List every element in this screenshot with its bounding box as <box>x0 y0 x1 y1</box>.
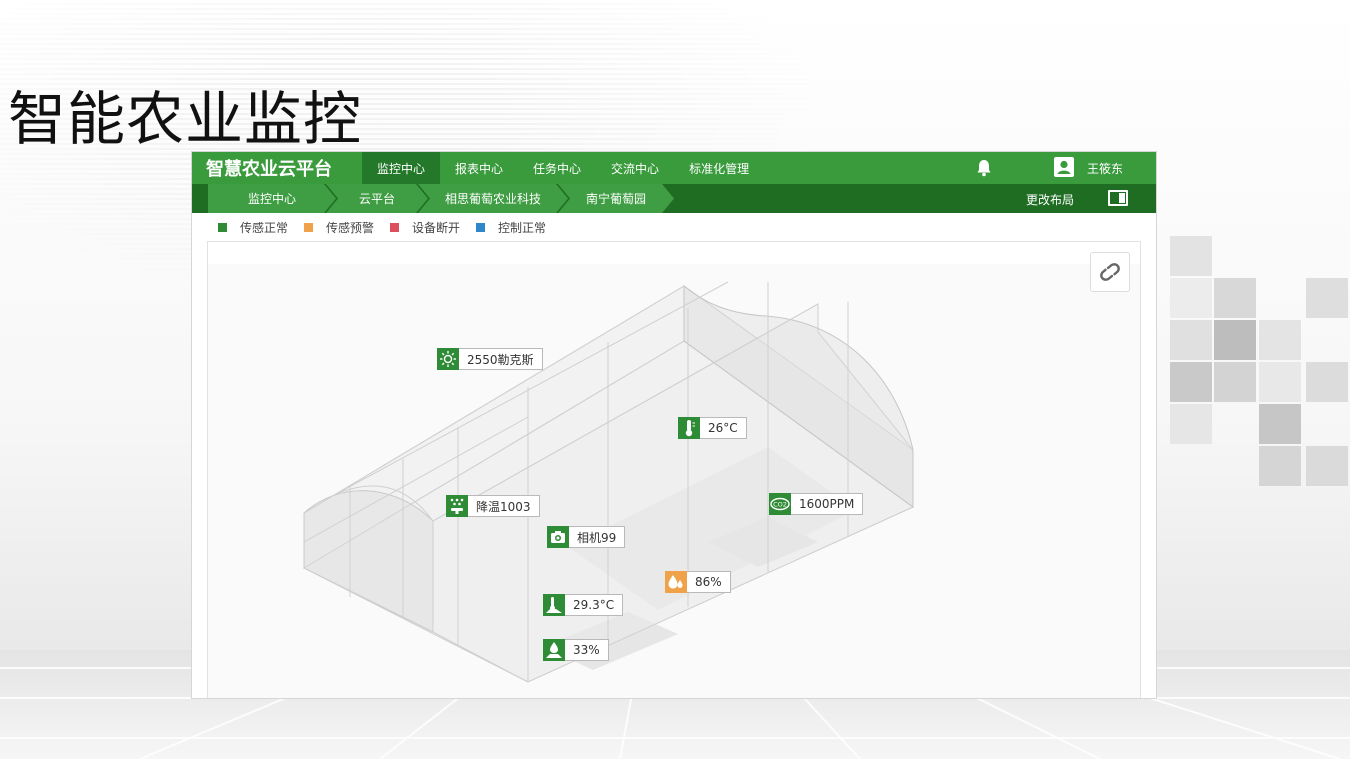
link-toggle-button[interactable] <box>1090 252 1130 292</box>
sensor-camera[interactable]: 相机99 <box>547 526 626 548</box>
legend-swatch-green <box>218 222 227 232</box>
sun-icon <box>437 348 459 370</box>
nav-monitor-center[interactable]: 监控中心 <box>362 152 441 184</box>
brand-logo: 智慧农业云平台 <box>206 159 332 180</box>
sensor-illuminance[interactable]: 2550勒克斯 <box>437 348 543 370</box>
co2-icon: CO2 <box>769 493 791 515</box>
sensor-cooling[interactable]: 降温1003 <box>446 495 540 517</box>
camera-icon <box>547 526 569 548</box>
sensor-co2[interactable]: CO2 1600PPM <box>769 493 864 515</box>
legend-device-disconnected: 设备断开 <box>390 219 460 236</box>
legend-swatch-orange <box>304 222 314 232</box>
sensor-value: 33% <box>565 639 609 661</box>
legend-swatch-blue <box>476 222 486 232</box>
link-icon <box>1100 263 1120 281</box>
greenhouse-panel: 2550勒克斯 26°C 降温1003 CO2 1600PPM 相机99 86%… <box>207 241 1141 698</box>
top-navbar: 智慧农业云平台 监控中心 报表中心 任务中心 交流中心 标准化管理 王筱东 <box>192 152 1156 184</box>
sensor-air-temperature[interactable]: 26°C <box>678 417 747 439</box>
nav-exchange-center[interactable]: 交流中心 <box>596 152 674 184</box>
nav-standardization[interactable]: 标准化管理 <box>674 152 764 184</box>
breadcrumb-cloud-platform[interactable]: 云平台 <box>326 184 428 213</box>
bell-icon[interactable] <box>976 159 992 177</box>
layout-panel-icon[interactable] <box>1108 190 1128 206</box>
sensor-value: 相机99 <box>569 526 626 548</box>
legend-control-normal: 控制正常 <box>476 219 546 236</box>
breadcrumb-company[interactable]: 相思葡萄农业科技 <box>418 184 568 213</box>
breadcrumb-monitor-center[interactable]: 监控中心 <box>208 184 336 213</box>
sensor-value: 86% <box>687 571 731 593</box>
sensor-soil-moisture[interactable]: 33% <box>543 639 609 661</box>
main-nav: 监控中心 报表中心 任务中心 交流中心 标准化管理 <box>362 152 764 184</box>
app-window: 智慧农业云平台 监控中心 报表中心 任务中心 交流中心 标准化管理 王筱东 监控… <box>191 151 1157 699</box>
breadcrumb-bar: 监控中心 云平台 相思葡萄农业科技 南宁葡萄园 更改布局 <box>192 184 1156 213</box>
sensor-soil-temperature[interactable]: 29.3°C <box>543 594 624 616</box>
sensor-value: 29.3°C <box>565 594 624 616</box>
nav-report-center[interactable]: 报表中心 <box>440 152 518 184</box>
sensor-value: 26°C <box>700 417 747 439</box>
breadcrumb-vineyard[interactable]: 南宁葡萄园 <box>558 184 674 213</box>
legend-sensor-normal: 传感正常 <box>218 219 288 236</box>
thermometer-icon <box>678 417 700 439</box>
legend-label: 设备断开 <box>412 220 461 235</box>
legend-swatch-red <box>390 222 400 232</box>
sprinkler-icon <box>446 495 468 517</box>
user-avatar-icon[interactable] <box>1054 157 1074 177</box>
status-legend: 传感正常 传感预警 设备断开 控制正常 <box>192 213 1156 241</box>
nav-task-center[interactable]: 任务中心 <box>518 152 596 184</box>
sensor-air-humidity[interactable]: 86% <box>665 571 731 593</box>
legend-label: 传感正常 <box>240 220 289 235</box>
legend-sensor-warning: 传感预警 <box>304 219 374 236</box>
breadcrumb: 监控中心 云平台 相思葡萄农业科技 南宁葡萄园 <box>208 184 664 213</box>
soil-moisture-icon <box>543 639 565 661</box>
user-name[interactable]: 王筱东 <box>1087 160 1123 177</box>
change-layout-button[interactable]: 更改布局 <box>1026 191 1074 208</box>
sensor-value: 1600PPM <box>791 493 864 515</box>
svg-text:CO2: CO2 <box>773 501 787 509</box>
soil-temperature-icon <box>543 594 565 616</box>
sensor-value: 降温1003 <box>468 495 540 517</box>
legend-label: 传感预警 <box>326 220 375 235</box>
greenhouse-3d-illustration <box>302 281 914 683</box>
sensor-value: 2550勒克斯 <box>459 348 543 370</box>
slide-title: 智能农业监控 <box>8 85 363 153</box>
humidity-icon <box>665 571 687 593</box>
legend-label: 控制正常 <box>498 220 547 235</box>
